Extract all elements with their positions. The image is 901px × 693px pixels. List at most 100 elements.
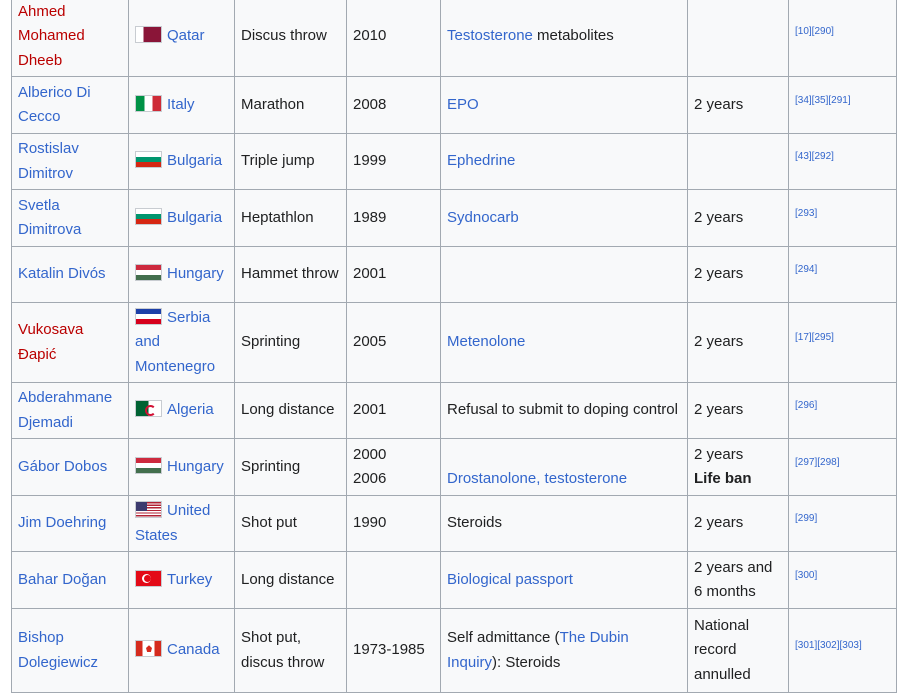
reference-link[interactable]: [301][302][303] xyxy=(795,640,862,651)
reference-link[interactable]: [293] xyxy=(795,208,817,219)
reference-link[interactable]: [297][298] xyxy=(795,457,839,468)
country-link[interactable]: Algeria xyxy=(167,401,214,418)
athlete-cell: Svetla Dimitrova xyxy=(11,189,129,247)
athlete-link[interactable]: Vukosava Đapić xyxy=(18,321,83,363)
athlete-link[interactable]: Bahar Doğan xyxy=(18,571,106,588)
reference-link[interactable]: [296] xyxy=(795,400,817,411)
athlete-cell: Alberico Di Cecco xyxy=(11,76,129,134)
substance-link[interactable]: Sydnocarb xyxy=(447,209,519,226)
substance-cell: Ephedrine xyxy=(440,133,688,190)
algeria-flag-icon xyxy=(135,400,162,418)
country-cell: Serbia and Montenegro xyxy=(128,302,235,383)
country-link[interactable]: Canada xyxy=(167,641,220,658)
penalty-text: 2 years xyxy=(694,333,744,351)
reference-cell: [293] xyxy=(788,189,897,247)
substance-cell: Sydnocarb xyxy=(440,189,688,247)
reference-link[interactable]: [294] xyxy=(795,264,817,275)
athlete-link[interactable]: Ahmed Mohamed Dheeb xyxy=(18,3,85,69)
country-cell: Canada xyxy=(128,608,235,693)
athlete-cell: Gábor Dobos xyxy=(11,438,129,496)
year-text: 2001 xyxy=(353,265,387,283)
athlete-link[interactable]: Katalin Divós xyxy=(18,265,106,282)
substance-link[interactable]: Metenolone xyxy=(447,333,525,350)
athlete-link[interactable]: Alberico Di Cecco xyxy=(18,84,91,126)
penalty-text: 2 years xyxy=(694,208,744,226)
reference-cell: [296] xyxy=(788,382,897,439)
country-cell: Hungary xyxy=(128,246,235,303)
substance-link[interactable]: Ephedrine xyxy=(447,152,515,169)
country-link[interactable]: Hungary xyxy=(167,458,224,475)
country-link[interactable]: Bulgaria xyxy=(167,152,222,169)
reference-link[interactable]: [10][290] xyxy=(795,26,834,37)
year-cell: 2008 xyxy=(346,76,441,134)
athlete-cell: Jim Doehring xyxy=(11,495,129,552)
year-cell: 1990 xyxy=(346,495,441,552)
event-cell: Marathon xyxy=(234,76,347,134)
country-cell: Bulgaria xyxy=(128,189,235,247)
qatar-flag-icon xyxy=(135,26,162,44)
doping-cases-table: Ahmed Mohamed Dheeb Qatar Discus throw 2010… xyxy=(11,0,897,693)
year-line: 2000 xyxy=(353,445,387,463)
reference-cell: [34][35][291] xyxy=(788,76,897,134)
penalty-cell: 2 years xyxy=(687,189,789,247)
substance-text: Refusal to submit to doping control xyxy=(447,401,678,419)
substance-text: ): Steroids xyxy=(492,653,561,671)
event-cell: Discus throw xyxy=(234,0,347,77)
country-link[interactable]: Qatar xyxy=(167,27,205,44)
hungary-flag-icon xyxy=(135,264,162,282)
country-link[interactable]: Bulgaria xyxy=(167,209,222,226)
event-cell: Sprinting xyxy=(234,438,347,496)
substance-link[interactable]: Testosterone xyxy=(447,27,533,44)
substance-cell: Biological passport xyxy=(440,551,688,609)
penalty-cell: 2 years xyxy=(687,76,789,134)
year-text: 1999 xyxy=(353,152,387,170)
table-row: Katalin Divós Hungary Hammet throw 2001 2 ye… xyxy=(11,246,897,303)
substance-link[interactable]: EPO xyxy=(447,96,479,113)
table-row: Bahar Doğan Turkey Long distance Biological… xyxy=(11,551,897,609)
reference-link[interactable]: [43][292] xyxy=(795,151,834,162)
athlete-link[interactable]: Gábor Dobos xyxy=(18,458,107,475)
substance-link[interactable]: Biological passport xyxy=(447,571,573,588)
year-text: 1973-1985 xyxy=(353,641,425,659)
table-row: Bishop Dolegiewicz Canada Shot put, discus… xyxy=(11,608,897,693)
reference-cell: [297][298] xyxy=(788,438,897,496)
country-cell: Qatar xyxy=(128,0,235,77)
reference-cell: [10][290] xyxy=(788,0,897,77)
penalty-line: 2 years xyxy=(694,445,744,463)
reference-link[interactable]: [17][295] xyxy=(795,332,834,343)
athlete-link[interactable]: Abderahmane Djemadi xyxy=(18,389,112,431)
turkey-flag-icon xyxy=(135,569,162,587)
country-cell: Bulgaria xyxy=(128,133,235,190)
year-cell: 1999 xyxy=(346,133,441,190)
substance-link[interactable]: Drostanolone, testosterone xyxy=(447,470,627,487)
country-link[interactable]: Turkey xyxy=(167,571,212,588)
canada-flag-icon xyxy=(135,640,162,658)
penalty-cell: 2 years xyxy=(687,302,789,383)
event-cell: Hammet throw xyxy=(234,246,347,303)
substance-cell: Self admittance (The Dubin Inquiry): Ste… xyxy=(440,608,688,693)
event-cell: Sprinting xyxy=(234,302,347,383)
year-text: 1990 xyxy=(353,514,387,532)
country-link[interactable]: Italy xyxy=(167,96,195,113)
usa-flag-icon xyxy=(135,501,162,518)
reference-link[interactable]: [299] xyxy=(795,513,817,524)
year-text: 1989 xyxy=(353,208,387,226)
year-cell: 2001 xyxy=(346,382,441,439)
table-row: Alberico Di Cecco Italy Marathon 2008 EPO 2 y… xyxy=(11,76,897,134)
year-cell: 2001 xyxy=(346,246,441,303)
athlete-cell: Abderahmane Djemadi xyxy=(11,382,129,439)
athlete-cell: Bishop Dolegiewicz xyxy=(11,608,129,693)
table-row: Jim Doehring United States Shot put 1990 Ste… xyxy=(11,495,897,552)
athlete-link[interactable]: Jim Doehring xyxy=(18,514,106,531)
athlete-link[interactable]: Svetla Dimitrova xyxy=(18,197,81,239)
reference-link[interactable]: [34][35][291] xyxy=(795,95,851,106)
reference-link[interactable]: [300] xyxy=(795,570,817,581)
penalty-cell xyxy=(687,133,789,190)
athlete-link[interactable]: Rostislav Dimitrov xyxy=(18,140,79,182)
table-row: Abderahmane Djemadi Algeria Long distance 2… xyxy=(11,382,897,439)
reference-cell: [294] xyxy=(788,246,897,303)
country-link[interactable]: Hungary xyxy=(167,265,224,282)
year-cell: 2000 2006 xyxy=(346,438,441,496)
athlete-link[interactable]: Bishop Dolegiewicz xyxy=(18,629,98,671)
year-cell: 2005 xyxy=(346,302,441,383)
